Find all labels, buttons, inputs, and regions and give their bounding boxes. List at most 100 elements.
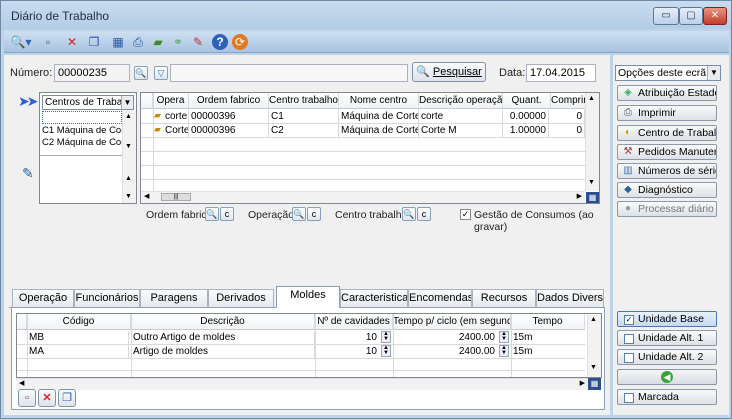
table-cell: corte [421, 110, 503, 123]
centros-dropdown[interactable]: Centros de Trabalho ▼ [42, 95, 134, 110]
marcada-button[interactable]: Marcada [617, 389, 717, 405]
table-cell: Corte M [421, 124, 503, 137]
unidade-base-button[interactable]: ✓ Unidade Base [617, 311, 717, 327]
column-header[interactable]: Nome centro [339, 93, 419, 109]
window-title: Diário de Trabalho [11, 9, 110, 23]
numero-search-icon[interactable]: 🔍 [134, 66, 148, 80]
numero-description-field[interactable] [170, 64, 408, 82]
unidade-alt2-button[interactable]: Unidade Alt. 2 [617, 349, 717, 365]
button-label: Números de série [638, 165, 717, 177]
processar-diario-button[interactable]: ● Processar diário [617, 201, 717, 217]
vertical-scrollbar[interactable]: ▲ ▼ [585, 93, 599, 191]
tab-caracteristicas[interactable]: Caracteristicas [340, 289, 408, 307]
centro-trabalho-label: Centro trabalho: [335, 209, 411, 221]
column-header[interactable]: Ordem fabrico [189, 93, 269, 109]
maximize-button[interactable]: ▢ [679, 7, 703, 25]
date-field[interactable]: 17.04.2015 [526, 64, 596, 82]
horizontal-scrollbar[interactable]: ◀ ||| ▶ [141, 191, 585, 203]
centros-scrollbar[interactable]: ▲ ▼ ▲ ▼ [122, 111, 136, 203]
pesquisar-button[interactable]: 🔍 Pesquisar [412, 62, 486, 82]
state-icon: ◈ [624, 87, 632, 98]
centro-clear-button[interactable]: c [417, 207, 431, 221]
centros-selected-row[interactable] [42, 111, 122, 124]
column-header[interactable]: Código [27, 314, 131, 330]
ordem-search-icon[interactable]: 🔍 [205, 207, 219, 221]
tool-icon[interactable]: ✎ [22, 165, 34, 182]
data-label: Data: [499, 67, 526, 79]
vertical-scrollbar[interactable]: ▲ ▼ [587, 314, 601, 377]
tab-funcionarios[interactable]: Funcionários [74, 289, 140, 307]
filter-icon[interactable]: ▽ [154, 66, 168, 80]
centros-item[interactable]: C2 Máquina de Corte [42, 136, 124, 149]
horizontal-scrollbar[interactable]: ◀ ▶ [16, 378, 588, 390]
centro-trabalho-button[interactable]: ◐ Centro de Trabalho [617, 125, 717, 141]
duplicate-icon[interactable]: ❐ [86, 34, 102, 50]
process-icon: ● [624, 203, 632, 214]
delete-icon[interactable]: ✕ [64, 34, 80, 50]
imprimir-button[interactable]: ⎙ Imprimir [617, 105, 717, 121]
column-header[interactable]: Centro trabalho [269, 93, 339, 109]
button-label: Pedidos Manutenção [638, 146, 716, 158]
diagnostico-button[interactable]: ◆ Diagnóstico [617, 182, 717, 198]
chevron-down-icon[interactable]: ▼ [707, 66, 720, 80]
table-cell: Corte [165, 124, 189, 137]
edit-check-icon[interactable]: ✎ [190, 34, 206, 50]
column-header[interactable]: Opera [153, 93, 189, 109]
grid-icon[interactable]: ▦ [110, 34, 126, 50]
refresh-icon[interactable]: ⟳ [232, 34, 248, 50]
spinner-icon[interactable]: ▲ ▼ [499, 331, 509, 343]
operacao-clear-button[interactable]: c [307, 207, 321, 221]
grid-settings-icon[interactable]: ▦ [586, 192, 599, 203]
tab-moldes[interactable]: Moldes [276, 286, 340, 308]
spinner-icon[interactable]: ▲ ▼ [499, 345, 509, 357]
tab-derivados[interactable]: Derivados [208, 289, 274, 307]
chevron-down-icon[interactable]: ▼ [121, 96, 133, 109]
numero-field[interactable]: 00000235 [54, 64, 130, 82]
grid-corner [17, 314, 27, 330]
new-row-button[interactable]: ▫ [18, 389, 36, 407]
column-header[interactable]: Tempo [511, 314, 585, 330]
column-header[interactable]: Comprim [551, 93, 587, 109]
numeros-serie-button[interactable]: ▥ Números de série [617, 163, 717, 179]
ordem-clear-button[interactable]: c [220, 207, 234, 221]
search-icon: 🔍 [416, 66, 433, 78]
centro-search-icon[interactable]: 🔍 [402, 207, 416, 221]
print-icon: ⎙ [624, 107, 632, 118]
right-panel: Opções deste ecrã ▼ ◈ Atribuição Estado ⎙ I… [613, 55, 729, 415]
gestao-checkbox[interactable]: ✓ [460, 209, 471, 220]
tab-dados-diversos[interactable]: Dados Diversos [536, 289, 604, 307]
minimize-button[interactable]: ▭ [653, 7, 679, 25]
tab-paragens[interactable]: Paragens [140, 289, 208, 307]
unidade-alt1-button[interactable]: Unidade Alt. 1 [617, 330, 717, 346]
help-icon[interactable]: ? [212, 34, 228, 50]
open-folder-icon[interactable]: ▰ [150, 34, 166, 50]
column-header[interactable]: Tempo p/ ciclo (em segundos) [393, 314, 511, 330]
button-label: Centro de Trabalho [638, 127, 717, 139]
operacao-search-icon[interactable]: 🔍 [292, 207, 306, 221]
duplicate-row-button[interactable]: ❐ [58, 389, 76, 407]
zoom-dropdown-icon[interactable]: 🔍▾ [10, 34, 32, 50]
tab-encomendas[interactable]: Encomendas de [408, 289, 472, 307]
print-icon[interactable]: ⎙ [130, 34, 146, 50]
expand-arrows-icon[interactable]: ➤➤ [18, 93, 39, 110]
column-header[interactable]: Descrição [131, 314, 315, 330]
operations-grid: Opera Ordem fabrico Centro trabalho Nome… [140, 92, 600, 204]
column-header[interactable]: Quant. [503, 93, 551, 109]
close-button[interactable]: ✕ [703, 7, 727, 25]
link-icon[interactable]: ⚭ [170, 34, 186, 50]
options-dropdown[interactable]: Opções deste ecrã ▼ [615, 65, 721, 81]
column-header[interactable]: Descrição operação [419, 93, 503, 109]
atribuicao-estado-button[interactable]: ◈ Atribuição Estado [617, 85, 717, 101]
confirm-button[interactable]: ◀ [617, 369, 717, 385]
tab-operacao[interactable]: Operação [12, 289, 74, 307]
column-header[interactable]: Nº de cavidades [315, 314, 393, 330]
delete-row-button[interactable]: ✕ [38, 389, 56, 407]
pedidos-manutencao-button[interactable]: ⚒ Pedidos Manutenção [617, 144, 717, 160]
spinner-icon[interactable]: ▲ ▼ [381, 331, 391, 343]
main-window: Diário de Trabalho ▭ ▢ ✕ 🔍▾ ▫ ✕ ❐ ▦ ⎙ ▰ … [0, 0, 732, 419]
tab-recursos[interactable]: Recursos [472, 289, 536, 307]
button-label: Atribuição Estado [638, 87, 717, 99]
spinner-icon[interactable]: ▲ ▼ [381, 345, 391, 357]
new-document-icon[interactable]: ▫ [40, 34, 56, 50]
grid-settings-icon[interactable]: ▦ [588, 378, 601, 390]
